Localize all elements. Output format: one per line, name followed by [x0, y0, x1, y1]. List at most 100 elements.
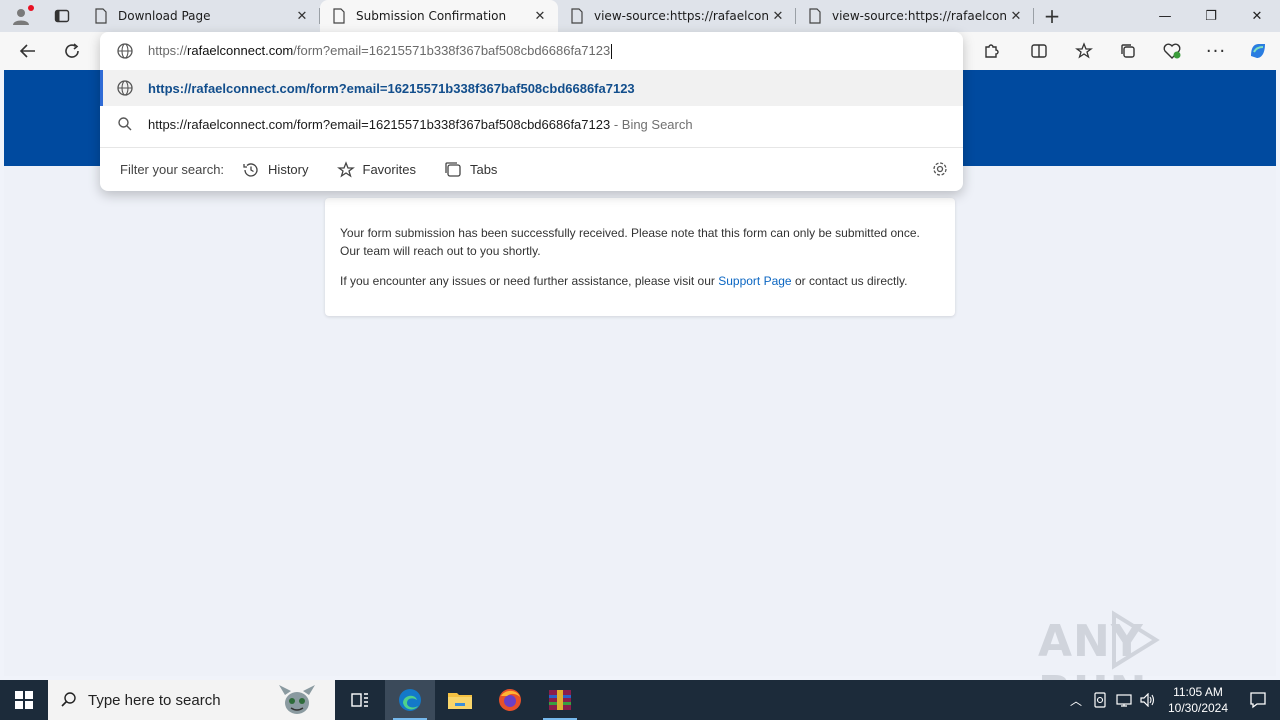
suggestion-url[interactable]: https://rafaelconnect.com/form?email=162…	[100, 70, 963, 106]
split-screen-icon	[1031, 44, 1047, 58]
tab-title: Submission Confirmation	[356, 9, 507, 23]
support-message: If you encounter any issues or need furt…	[340, 272, 940, 290]
suggestion-text: https://rafaelconnect.com/form?email=162…	[148, 117, 693, 132]
suggestion-query: https://rafaelconnect.com/form?email=162…	[148, 116, 611, 132]
device-icon	[1094, 692, 1106, 708]
tab-title: view-source:https://rafaelconnect.com	[832, 9, 1008, 23]
back-arrow-icon	[19, 44, 35, 58]
copilot-icon	[1251, 44, 1265, 58]
chevron-up-icon: ︿	[1069, 693, 1082, 708]
taskbar-search-box[interactable]: Type here to search	[48, 680, 335, 720]
tab-view-source-2[interactable]: view-source:https://rafaelconnect.com ✕	[796, 0, 1034, 32]
suggestion-text: https://rafaelconnect.com/form?email=162…	[148, 80, 635, 96]
tray-volume-button[interactable]	[1136, 693, 1160, 707]
tab-submission-confirmation[interactable]: Submission Confirmation ✕	[320, 0, 558, 32]
folder-icon	[448, 693, 472, 709]
globe-icon	[117, 80, 133, 96]
profile-button[interactable]	[0, 0, 42, 32]
text-caret	[611, 44, 613, 60]
tray-network-button[interactable]	[1112, 693, 1136, 707]
more-icon: ···	[1205, 40, 1227, 62]
search-filter-bar: Filter your search: History Favorites Ta…	[100, 147, 963, 191]
address-bar-dropdown: https://rafaelconnect.com/form?email=162…	[100, 32, 963, 191]
heart-pulse-icon	[1163, 43, 1181, 59]
extensions-button[interactable]	[975, 36, 1007, 66]
tab-title: view-source:https://rafaelconnect.com	[594, 9, 770, 23]
back-button[interactable]	[12, 36, 44, 66]
page-icon	[571, 8, 583, 24]
puzzle-icon	[985, 44, 999, 58]
page-icon	[333, 8, 345, 24]
system-tray: ︿ 11:05 AM 10/30/2024	[1064, 680, 1280, 720]
support-text-after: or contact us directly.	[791, 274, 908, 288]
close-icon[interactable]: ✕	[294, 8, 310, 24]
refresh-icon	[65, 43, 79, 58]
edge-icon	[399, 689, 421, 711]
filter-tabs[interactable]: Tabs	[444, 161, 497, 179]
confirmation-card: Your form submission has been successful…	[325, 198, 955, 316]
task-view-button[interactable]	[335, 680, 385, 720]
close-icon[interactable]: ✕	[1008, 8, 1024, 24]
close-window-button[interactable]: ✕	[1234, 0, 1280, 32]
filter-favorites[interactable]: Favorites	[336, 160, 416, 179]
taskbar-firefox[interactable]	[485, 680, 535, 720]
close-icon[interactable]: ✕	[532, 8, 548, 24]
refresh-button[interactable]	[56, 36, 88, 66]
globe-icon	[117, 43, 133, 59]
tab-actions-icon	[54, 9, 70, 23]
taskbar-winrar[interactable]	[535, 680, 585, 720]
start-button[interactable]	[0, 680, 48, 720]
search-icon	[61, 692, 76, 707]
tabs-icon	[445, 161, 461, 177]
windows-taskbar: Type here to search ︿ 11:05 AM 10/30/202…	[0, 680, 1280, 720]
minimize-button[interactable]: —	[1142, 0, 1188, 32]
browser-essentials-button[interactable]	[1156, 36, 1188, 66]
restore-icon: ❐	[1205, 8, 1217, 24]
close-icon[interactable]: ✕	[770, 8, 786, 24]
suggestion-bing-search[interactable]: https://rafaelconnect.com/form?email=162…	[100, 106, 963, 142]
restore-button[interactable]: ❐	[1188, 0, 1234, 32]
address-bar[interactable]: https://rafaelconnect.com/form?email=162…	[100, 32, 963, 70]
copilot-button[interactable]	[1242, 36, 1274, 66]
gear-icon[interactable]	[931, 160, 949, 178]
tab-view-source-1[interactable]: view-source:https://rafaelconnect.com ✕	[558, 0, 796, 32]
tab-download-page[interactable]: Download Page ✕	[82, 0, 320, 32]
favorites-button[interactable]	[1068, 36, 1100, 66]
winrar-icon	[549, 690, 571, 710]
history-icon	[243, 162, 258, 177]
address-text[interactable]: https://rafaelconnect.com/form?email=162…	[148, 42, 613, 60]
tray-security-button[interactable]	[1088, 692, 1112, 708]
clock-date: 10/30/2024	[1167, 701, 1229, 715]
tray-overflow-button[interactable]: ︿	[1064, 692, 1088, 709]
window-controls: — ❐ ✕	[1142, 0, 1280, 32]
notification-dot	[28, 5, 34, 11]
taskbar-clock[interactable]: 11:05 AM 10/30/2024	[1160, 684, 1236, 716]
tab-actions-button[interactable]	[42, 0, 82, 32]
filter-history-label: History	[268, 162, 309, 177]
task-view-icon	[351, 693, 368, 707]
taskbar-file-explorer[interactable]	[435, 680, 485, 720]
search-highlight-icon	[279, 685, 315, 714]
settings-more-button[interactable]: ···	[1200, 36, 1232, 66]
page-icon	[809, 8, 821, 24]
notification-center-button[interactable]	[1236, 691, 1280, 709]
firefox-icon	[499, 689, 521, 711]
url-scheme: https://	[148, 42, 188, 58]
plus-icon: +	[1043, 4, 1061, 28]
taskbar-edge[interactable]	[385, 680, 435, 720]
page-icon	[95, 8, 107, 24]
taskbar-search-placeholder: Type here to search	[88, 691, 221, 709]
minimize-icon: —	[1158, 8, 1172, 24]
filter-history[interactable]: History	[242, 161, 309, 179]
url-path: /form?email=16215571b338f367baf508cbd668…	[293, 42, 611, 58]
search-icon	[118, 117, 132, 131]
split-screen-button[interactable]	[1023, 36, 1055, 66]
star-icon	[336, 160, 355, 178]
star-icon	[1075, 42, 1093, 59]
collections-icon	[1121, 44, 1135, 58]
filter-tabs-label: Tabs	[469, 162, 498, 177]
collections-button[interactable]	[1112, 36, 1144, 66]
new-tab-button[interactable]: +	[1034, 0, 1070, 32]
speaker-icon	[1140, 693, 1155, 707]
support-page-link[interactable]: Support Page	[718, 274, 791, 288]
